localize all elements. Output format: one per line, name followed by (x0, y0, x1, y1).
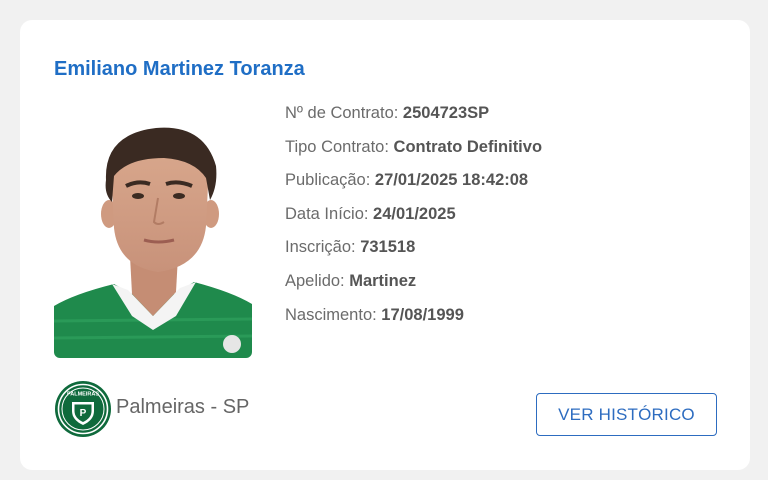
registration-label: Inscrição: (285, 238, 361, 257)
birth-date-row: Nascimento: 17/08/1999 (285, 306, 542, 340)
club-name: Palmeiras - SP (116, 395, 250, 418)
contract-type-value: Contrato Definitivo (393, 137, 543, 156)
contract-number-label: Nº de Contrato: (285, 104, 403, 122)
birth-date-label: Nascimento: (285, 305, 382, 324)
publication-value: 27/01/2025 18:42:08 (374, 171, 529, 190)
view-history-button[interactable]: VER HISTÓRICO (536, 393, 717, 436)
birth-date-value: 17/08/1999 (381, 305, 464, 324)
svg-text:PALMEIRAS: PALMEIRAS (67, 392, 99, 398)
contract-type-label: Tipo Contrato: (285, 137, 394, 156)
start-date-label: Data Início: (285, 204, 374, 223)
palmeiras-crest-icon: P PALMEIRAS (55, 381, 111, 437)
player-card: Emiliano Martinez Toranza Nº de Contrato… (20, 20, 750, 470)
registration-value: 731518 (360, 238, 416, 257)
registration-row: Inscrição: 731518 (285, 238, 542, 272)
club-info: P PALMEIRAS Palmeiras - SP (54, 380, 249, 438)
publication-row: Publicação: 27/01/2025 18:42:08 (285, 171, 542, 205)
player-photo (54, 116, 252, 358)
nickname-value: Martinez (349, 271, 417, 290)
start-date-row: Data Início: 24/01/2025 (285, 205, 542, 239)
contract-details: Nº de Contrato: 2504723SP Tipo Contrato:… (285, 104, 542, 339)
player-name: Emiliano Martinez Toranza (54, 58, 305, 80)
publication-label: Publicação: (285, 171, 375, 190)
nickname-row: Apelido: Martinez (285, 272, 542, 306)
contract-number-value: 2504723SP (402, 104, 490, 122)
nickname-label: Apelido: (285, 271, 350, 290)
svg-text:P: P (80, 408, 87, 419)
contract-type-row: Tipo Contrato: Contrato Definitivo (285, 138, 542, 172)
start-date-value: 24/01/2025 (373, 204, 456, 223)
contract-number-row: Nº de Contrato: 2504723SP (285, 104, 542, 138)
